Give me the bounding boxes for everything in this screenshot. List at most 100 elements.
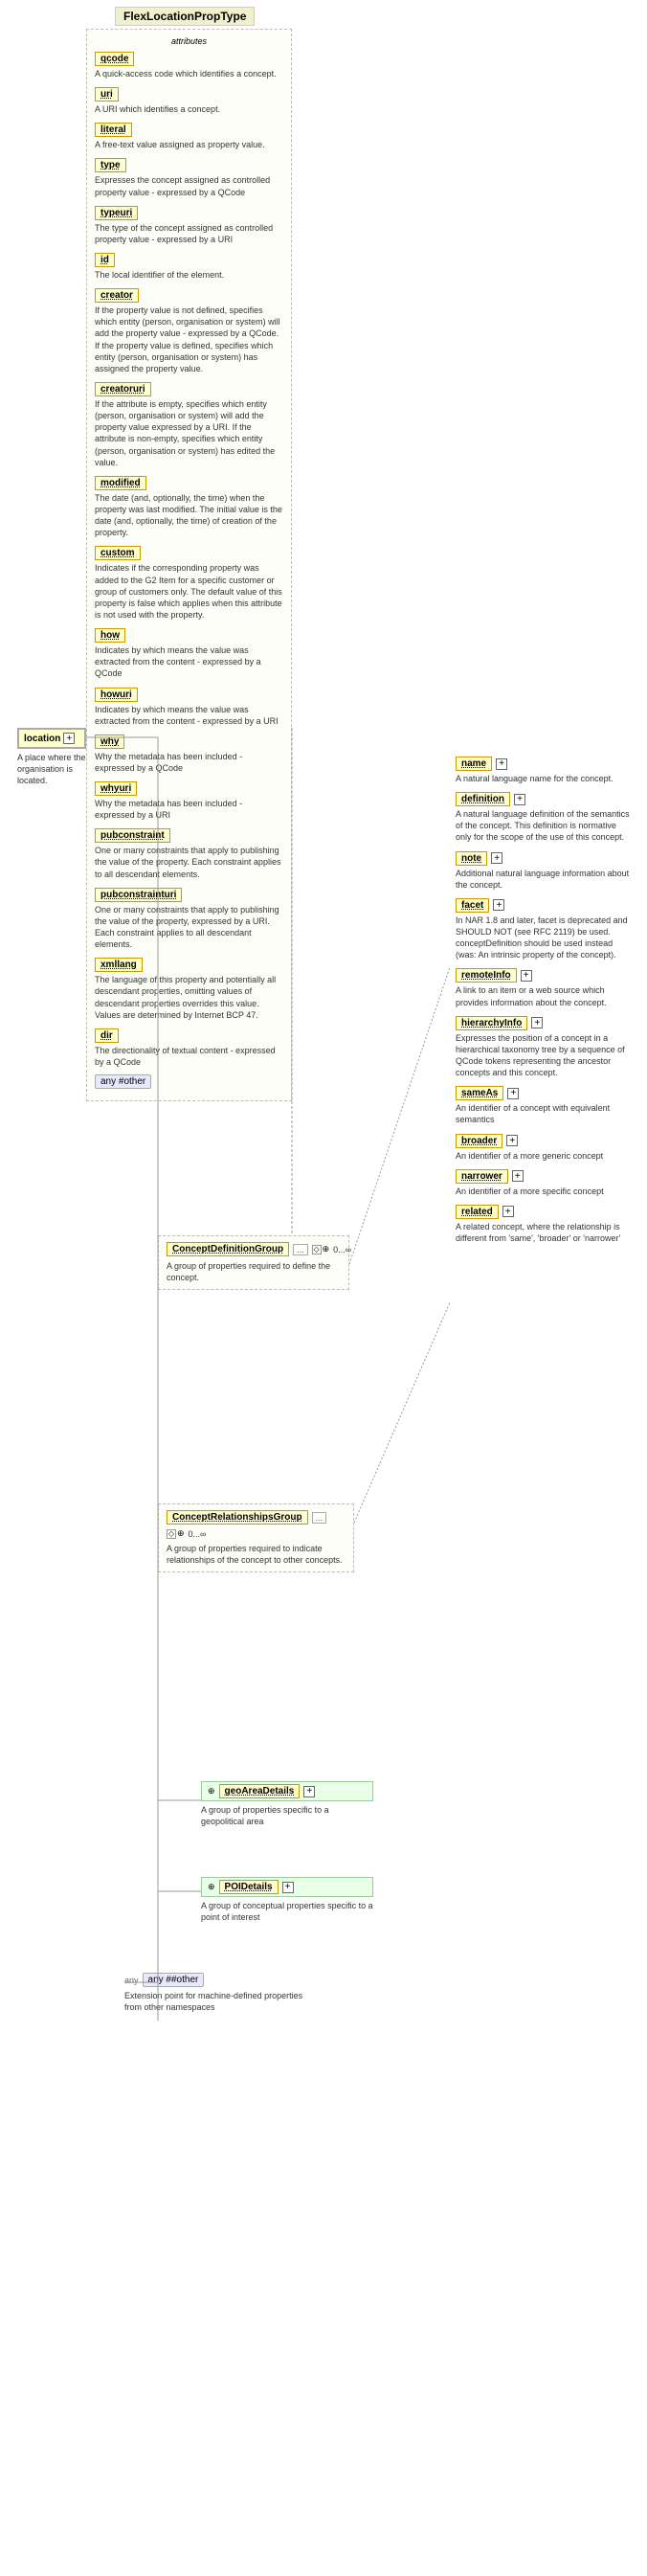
prop-narrower-label[interactable]: narrower [456, 1169, 508, 1184]
attr-name-any-other: any #other [95, 1074, 151, 1089]
attr-typeuri: typeuri The type of the concept assigned… [95, 206, 283, 245]
concept-def-diamond: ◇ [312, 1245, 322, 1254]
prop-definition-label[interactable]: definition [456, 792, 510, 806]
attr-desc-dir: The directionality of textual content - … [95, 1045, 283, 1068]
attr-custom: custom Indicates if the corresponding pr… [95, 546, 283, 621]
concept-rel-box-icon: ⊕ [177, 1528, 185, 1539]
prop-broader-expand[interactable]: + [506, 1135, 518, 1146]
prop-narrower-expand[interactable]: + [512, 1170, 524, 1182]
attr-name-pubconstrainturi[interactable]: pubconstrainturi [95, 888, 182, 902]
attr-desc-xmllang: The language of this property and potent… [95, 974, 283, 1021]
prop-remoteinfo-expand[interactable]: + [521, 970, 532, 982]
attr-desc-id: The local identifier of the element. [95, 269, 283, 281]
attr-why: why Why the metadata has been included -… [95, 734, 283, 774]
attr-desc-creator: If the property value is not defined, sp… [95, 305, 283, 374]
prop-definition-desc: A natural language definition of the sem… [456, 808, 633, 843]
prop-narrower-desc: An identifier of a more specific concept [456, 1186, 633, 1197]
prop-definition: definition + A natural language definiti… [456, 792, 633, 843]
prop-facet: facet + In NAR 1.8 and later, facet is d… [456, 898, 633, 961]
concept-rel-dots: ... [312, 1512, 327, 1524]
any-other-bottom-label: any ##other [143, 1973, 205, 1987]
attr-howuri: howuri Indicates by which means the valu… [95, 688, 283, 727]
attr-desc-literal: A free-text value assigned as property v… [95, 139, 283, 150]
prop-note-desc: Additional natural language information … [456, 868, 633, 891]
prop-related-expand[interactable]: + [502, 1206, 514, 1217]
poi-expand[interactable]: + [282, 1882, 294, 1893]
geo-area-details-label[interactable]: geoAreaDetails [219, 1784, 301, 1798]
prop-hierarchyinfo-label[interactable]: hierarchyInfo [456, 1016, 527, 1030]
attr-name-how[interactable]: how [95, 628, 125, 643]
prop-sameas: sameAs + An identifier of a concept with… [456, 1086, 633, 1125]
prop-hierarchyinfo-expand[interactable]: + [531, 1017, 543, 1028]
attr-desc-custom: Indicates if the corresponding property … [95, 562, 283, 621]
prop-related-label[interactable]: related [456, 1205, 499, 1219]
attr-uri: uri A URI which identifies a concept. [95, 87, 283, 115]
concept-relationships-group-label[interactable]: ConceptRelationshipsGroup [167, 1510, 308, 1525]
attr-desc-why: Why the metadata has been included - exp… [95, 751, 283, 774]
prop-definition-expand[interactable]: + [514, 794, 525, 805]
prop-name-desc: A natural language name for the concept. [456, 773, 633, 784]
prop-facet-expand[interactable]: + [493, 899, 504, 911]
geo-area-expand[interactable]: + [303, 1786, 315, 1797]
attr-name-modified[interactable]: modified [95, 476, 146, 490]
prop-name-label[interactable]: name [456, 757, 492, 771]
location-expand-icon[interactable]: + [63, 733, 75, 744]
attr-name-dir[interactable]: dir [95, 1028, 119, 1043]
attr-desc-modified: The date (and, optionally, the time) whe… [95, 492, 283, 539]
prop-sameas-label[interactable]: sameAs [456, 1086, 503, 1100]
attr-qcode: qcode A quick-access code which identifi… [95, 52, 283, 79]
location-desc: A place where the organisation is locate… [17, 752, 86, 786]
attr-name-literal[interactable]: literal [95, 123, 132, 137]
attr-name-howuri[interactable]: howuri [95, 688, 138, 702]
location-box[interactable]: location + [17, 728, 86, 749]
attr-dir: dir The directionality of textual conten… [95, 1028, 283, 1068]
attr-name-whyuri[interactable]: whyuri [95, 781, 137, 796]
prop-note-label[interactable]: note [456, 851, 487, 866]
attr-pubconstraint: pubconstraint One or many constraints th… [95, 828, 283, 879]
attr-literal: literal A free-text value assigned as pr… [95, 123, 283, 150]
prop-remoteinfo-desc: A link to an item or a web source which … [456, 984, 633, 1007]
attr-name-xmllang[interactable]: xmllang [95, 958, 143, 972]
diagram-wrapper: FlexLocationPropType attributes qcode A … [10, 10, 637, 2566]
prop-remoteinfo-label[interactable]: remoteInfo [456, 968, 517, 983]
prop-name-expand[interactable]: + [496, 758, 507, 770]
prop-hierarchyinfo: hierarchyInfo + Expresses the position o… [456, 1016, 633, 1079]
attr-name-pubconstraint[interactable]: pubconstraint [95, 828, 170, 843]
attr-any-other: any #other [95, 1075, 283, 1087]
attr-name-typeuri[interactable]: typeuri [95, 206, 138, 220]
attr-name-custom[interactable]: custom [95, 546, 141, 560]
prop-hierarchyinfo-desc: Expresses the position of a concept in a… [456, 1032, 633, 1079]
any-other-bottom-section: any any ##other Extension point for mach… [124, 1973, 316, 2013]
attr-name-why[interactable]: why [95, 734, 124, 749]
attr-id: id The local identifier of the element. [95, 253, 283, 281]
attributes-label: attributes [95, 35, 283, 47]
concept-definition-range: 0...∞ [333, 1245, 351, 1254]
poi-details-label[interactable]: POIDetails [219, 1880, 279, 1894]
concept-definition-group-label[interactable]: ConceptDefinitionGroup [167, 1242, 289, 1256]
prop-note-expand[interactable]: + [491, 852, 502, 864]
attr-name-id[interactable]: id [95, 253, 115, 267]
attr-name-creator[interactable]: creator [95, 288, 139, 303]
prop-broader-desc: An identifier of a more generic concept [456, 1150, 633, 1162]
concept-definition-group-container: ConceptDefinitionGroup ... ◇ ⊕ 0...∞ A g… [158, 1235, 349, 1290]
concept-definition-dots: ... [293, 1244, 308, 1255]
attr-desc-uri: A URI which identifies a concept. [95, 103, 283, 115]
prop-broader-label[interactable]: broader [456, 1134, 502, 1148]
geo-area-details-section: ⊕ geoAreaDetails + A group of properties… [201, 1781, 373, 1827]
prop-related-desc: A related concept, where the relationshi… [456, 1221, 633, 1244]
prop-broader: broader + An identifier of a more generi… [456, 1134, 633, 1162]
attr-name-uri[interactable]: uri [95, 87, 119, 102]
any-other-bottom-desc: Extension point for machine-defined prop… [124, 1990, 316, 2013]
prop-narrower: narrower + An identifier of a more speci… [456, 1169, 633, 1197]
concept-relationships-group-container: ConceptRelationshipsGroup ... ◇ ⊕ 0...∞ … [158, 1503, 354, 1572]
right-properties-panel: name + A natural language name for the c… [456, 757, 633, 1252]
attr-name-creatoruri[interactable]: creatoruri [95, 382, 151, 396]
any-other-prefix: any [124, 1976, 139, 1985]
attr-how: how Indicates by which means the value w… [95, 628, 283, 679]
prop-facet-label[interactable]: facet [456, 898, 489, 913]
prop-sameas-expand[interactable]: + [507, 1088, 519, 1099]
attr-name-qcode[interactable]: qcode [95, 52, 134, 66]
attr-desc-pubconstrainturi: One or many constraints that apply to pu… [95, 904, 283, 951]
attr-name-type[interactable]: type [95, 158, 126, 172]
attr-creator: creator If the property value is not def… [95, 288, 283, 374]
